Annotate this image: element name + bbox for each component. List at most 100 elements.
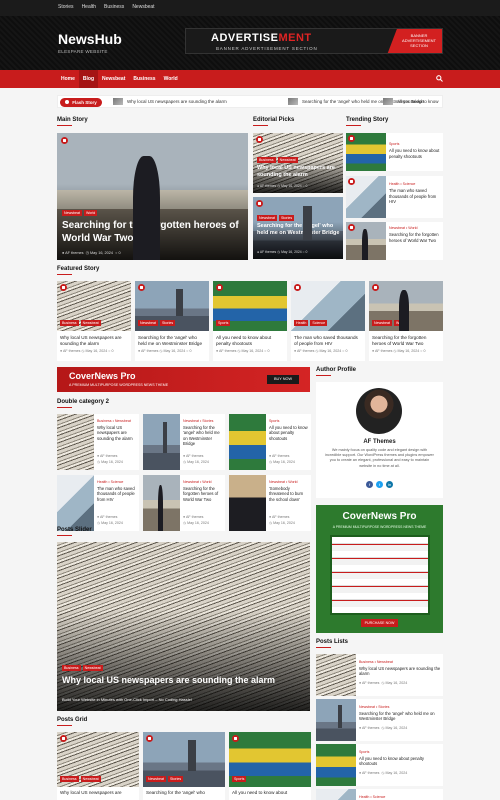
facebook-icon[interactable]: f xyxy=(366,481,373,488)
featured-card[interactable]: Business Newsbeat Why local US newspapers … xyxy=(57,281,131,361)
top-link-stories[interactable]: Stories xyxy=(58,4,74,10)
tag[interactable]: Sports xyxy=(359,750,369,754)
tag[interactable]: Health • Science xyxy=(389,182,415,186)
nav-item-blog[interactable]: Blog xyxy=(78,70,99,88)
header-ad-banner[interactable]: ADVERTISEMENT BANNER ADVERTISEMENT SECTI… xyxy=(185,28,443,54)
list-title[interactable]: Searching for the 'angel' who held me on… xyxy=(359,711,441,722)
tag[interactable]: Health • Science xyxy=(359,795,385,799)
featured-title[interactable]: Searching for the 'angel' who held me on… xyxy=(138,335,206,347)
featured-title[interactable]: The man who saved thousands of people fr… xyxy=(294,335,362,347)
double-category-card[interactable]: Newsbeat • Stories Searching for the 'ang… xyxy=(143,414,225,470)
tag[interactable]: Business • Newsbeat xyxy=(359,660,393,664)
double-category-card[interactable]: Business • Newsbeat Why local US newspape… xyxy=(57,414,139,470)
posts-grid-card[interactable]: Newsbeat Stories Searching for the 'angel'… xyxy=(143,732,225,800)
covernews-banner[interactable]: CoverNews Pro A PREMIUM MULTIPURPOSE WOR… xyxy=(57,367,310,392)
posts-list-item[interactable]: Newsbeat • Stories Searching for the 'ang… xyxy=(316,699,443,741)
covernews-promo-box[interactable]: CoverNews Pro A PREMIUM MULTIPURPOSE WOR… xyxy=(316,505,443,633)
featured-card[interactable]: Health Science The man who saved thousands… xyxy=(291,281,365,361)
tag[interactable]: Science xyxy=(310,320,328,326)
tag[interactable]: Sports xyxy=(389,142,399,146)
posts-grid-card[interactable]: Business Newsbeat Why local US newspapers … xyxy=(57,732,139,800)
double-category-card[interactable]: Sports All you need to know about penalty… xyxy=(229,414,311,470)
tag[interactable]: Sports xyxy=(216,320,231,326)
tag[interactable]: Business xyxy=(257,157,276,163)
tag[interactable]: Business xyxy=(60,320,79,326)
tag[interactable]: Newsbeat xyxy=(257,215,277,221)
card-title[interactable]: 'Somebody threatened to burn the school … xyxy=(269,486,309,502)
top-link-health[interactable]: Health xyxy=(82,4,96,10)
editorial-card[interactable]: Newsbeat Stories Searching for the 'angel… xyxy=(253,197,343,259)
featured-title[interactable]: All you need to know about penalty shoot… xyxy=(216,335,284,347)
double-category-card[interactable]: Newsbeat • World Searching for the forgot… xyxy=(143,475,225,531)
nav-item-business[interactable]: Business xyxy=(129,70,159,88)
nav-item-newsbeat[interactable]: Newsbeat xyxy=(98,70,129,88)
posts-slider[interactable]: Business Newsbeat Why local US newspapers… xyxy=(57,542,310,711)
tag[interactable]: Newsbeat xyxy=(146,776,166,782)
tag[interactable]: Business xyxy=(60,776,79,782)
posts-list-item[interactable]: Sports All you need to know about penalty… xyxy=(316,744,443,786)
tag[interactable]: World xyxy=(393,320,408,326)
author-name[interactable]: AF Themes xyxy=(316,439,443,445)
buy-now-button[interactable]: BUY NOW xyxy=(267,375,299,384)
card-title[interactable]: Why local US newspapers are sounding the… xyxy=(97,425,137,441)
editorial-card[interactable]: Business Newsbeat Why local US newspapers… xyxy=(253,133,343,193)
trending-card[interactable]: Newsbeat • World Searching for the forgo… xyxy=(346,222,443,260)
ticker-item[interactable]: All you need to know xyxy=(383,96,443,107)
trending-title[interactable]: Searching for the forgotten heroes of Wo… xyxy=(389,232,441,243)
trending-card[interactable]: Health • Science The man who saved thous… xyxy=(346,176,443,218)
trending-card[interactable]: Sports All you need to know about penalt… xyxy=(346,133,443,171)
featured-card[interactable]: Newsbeat Stories Searching for the 'angel'… xyxy=(135,281,209,361)
card-title[interactable]: Searching for the forgotten heroes of Wo… xyxy=(183,486,223,502)
tag[interactable]: Sports xyxy=(269,419,309,423)
slider-title[interactable]: Why local US newspapers are sounding the… xyxy=(62,675,307,686)
featured-title[interactable]: Searching for the forgotten heroes of Wo… xyxy=(372,335,440,347)
tag[interactable]: Newsbeat • World xyxy=(183,480,223,484)
linkedin-icon[interactable]: in xyxy=(386,481,393,488)
tag[interactable]: Health xyxy=(294,320,309,326)
tag[interactable]: Newsbeat xyxy=(277,157,298,163)
tag[interactable]: Newsbeat xyxy=(82,665,103,671)
grid-title[interactable]: Searching for the 'angel' who xyxy=(146,790,224,796)
top-link-newsbeat[interactable]: Newsbeat xyxy=(132,4,154,10)
main-story-title[interactable]: Searching for the forgotten heroes of Wo… xyxy=(62,219,242,245)
tag[interactable]: Newsbeat • Stories xyxy=(359,705,389,709)
tag[interactable]: Newsbeat xyxy=(372,320,392,326)
nav-item-world[interactable]: World xyxy=(160,70,182,88)
avatar[interactable] xyxy=(356,388,402,434)
posts-list-item[interactable]: Business • Newsbeat Why local US newspape… xyxy=(316,654,443,696)
main-story-image[interactable]: Newsbeat World Searching for the forgott… xyxy=(57,133,248,260)
posts-grid-card[interactable]: Sports All you need to know about xyxy=(229,732,311,800)
tag[interactable]: Newsbeat xyxy=(80,320,101,326)
trending-title[interactable]: The man who saved thousands of people fr… xyxy=(389,188,441,205)
editorial-title[interactable]: Searching for the 'angel' who held me on… xyxy=(257,223,341,237)
tag[interactable]: Health • Science xyxy=(97,480,137,484)
card-title[interactable]: All you need to know about penalty shoot… xyxy=(269,425,309,441)
card-title[interactable]: The man who saved thousands of people fr… xyxy=(97,486,137,502)
tag[interactable]: Newsbeat xyxy=(80,776,101,782)
grid-title[interactable]: All you need to know about xyxy=(232,790,310,796)
trending-title[interactable]: All you need to know about penalty shoot… xyxy=(389,148,441,159)
tag[interactable]: Business • Newsbeat xyxy=(97,419,137,423)
list-title[interactable]: All you need to know about penalty shoot… xyxy=(359,756,441,767)
featured-card[interactable]: Sports All you need to know about penalty… xyxy=(213,281,287,361)
tag[interactable]: Business xyxy=(62,665,81,671)
grid-title[interactable]: Why local US newspapers are xyxy=(60,790,138,796)
tag[interactable]: Stories xyxy=(159,320,176,326)
list-title[interactable]: Why local US newspapers are sounding the… xyxy=(359,666,441,677)
double-category-card[interactable]: Health • Science The man who saved thousa… xyxy=(57,475,139,531)
tag[interactable]: Newsbeat xyxy=(62,210,82,216)
search-icon[interactable] xyxy=(436,75,443,84)
twitter-icon[interactable]: t xyxy=(376,481,383,488)
editorial-title[interactable]: Why local US newspapers are sounding the… xyxy=(257,165,341,179)
tag[interactable]: World xyxy=(83,210,98,216)
card-title[interactable]: Searching for the 'angel' who held me on… xyxy=(183,425,223,447)
nav-item-home[interactable]: Home xyxy=(57,70,79,88)
tag[interactable]: Newsbeat • World xyxy=(269,480,309,484)
tag[interactable]: Newsbeat xyxy=(138,320,158,326)
tag[interactable]: Newsbeat • Stories xyxy=(183,419,223,423)
top-link-business[interactable]: Business xyxy=(104,4,124,10)
tag[interactable]: Sports xyxy=(232,776,247,782)
ticker-item[interactable]: Why local US newspapers are sounding the… xyxy=(113,96,227,107)
tag[interactable]: Stories xyxy=(167,776,184,782)
featured-title[interactable]: Why local US newspapers are sounding the… xyxy=(60,335,128,347)
